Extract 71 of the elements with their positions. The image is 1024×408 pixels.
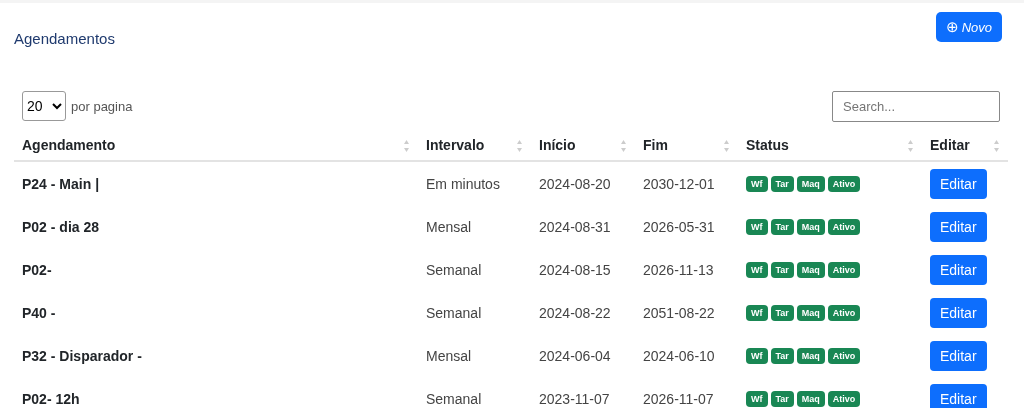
status-badge: Maq: [796, 304, 825, 321]
sort-icon: [907, 139, 914, 153]
status-badge: Ativo: [827, 261, 861, 278]
edit-button[interactable]: Editar: [930, 168, 987, 199]
start-date: 2023-11-07: [539, 390, 610, 407]
start-date: 2024-06-04: [539, 347, 611, 364]
schedule-name: P24 - Main |: [22, 175, 100, 192]
edit-button[interactable]: Editar: [930, 211, 987, 242]
status-badge: Tar: [770, 390, 794, 407]
status-badge: Wf: [746, 261, 768, 278]
schedule-name: P02- 12h: [22, 390, 80, 407]
end-date: 2030-12-01: [643, 175, 715, 192]
column-header[interactable]: Editar: [922, 130, 1008, 161]
status-badge: Wf: [746, 347, 768, 364]
end-date: 2024-06-10: [643, 347, 715, 364]
edit-button[interactable]: Editar: [930, 254, 987, 285]
status-badge: Maq: [796, 261, 825, 278]
edit-button[interactable]: Editar: [930, 297, 987, 328]
schedule-name: P02 - dia 28: [22, 218, 100, 235]
interval-cell: Mensal: [426, 218, 472, 235]
column-header[interactable]: Intervalo: [418, 130, 531, 161]
sort-icon: [403, 139, 410, 153]
status-badge: Maq: [796, 390, 825, 407]
interval-cell: Semanal: [426, 261, 482, 278]
sort-icon: [993, 139, 1000, 153]
column-header[interactable]: Fim: [635, 130, 738, 161]
status-badge: Ativo: [827, 175, 861, 192]
schedule-name: P40 -: [22, 304, 56, 321]
status-badge: Wf: [746, 304, 768, 321]
end-date: 2026-11-07: [643, 390, 714, 407]
sort-icon: [620, 139, 627, 153]
status-badge: Ativo: [827, 304, 861, 321]
sort-icon: [516, 139, 523, 153]
new-button[interactable]: ⊕ Novo: [935, 12, 1002, 42]
start-date: 2024-08-22: [539, 304, 611, 321]
status-badge: Wf: [746, 175, 768, 192]
edit-button[interactable]: Editar: [930, 383, 987, 408]
status-badge: Ativo: [827, 347, 861, 364]
edit-button[interactable]: Editar: [930, 340, 987, 371]
start-date: 2024-08-15: [539, 261, 611, 278]
status-badge: Maq: [796, 175, 825, 192]
page-title: Agendamentos: [14, 30, 115, 47]
status-badge: Wf: [746, 390, 768, 407]
status-badge: Tar: [770, 347, 794, 364]
schedule-name: P32 - Disparador -: [22, 347, 142, 364]
interval-cell: Semanal: [426, 390, 482, 407]
column-header[interactable]: Agendamento: [14, 130, 418, 161]
interval-cell: Mensal: [426, 347, 472, 364]
end-date: 2026-11-13: [643, 261, 714, 278]
page-size-select[interactable]: 20: [22, 91, 66, 121]
status-badge: Tar: [770, 261, 794, 278]
status-badge: Maq: [796, 347, 825, 364]
sort-icon: [723, 139, 730, 153]
status-badge: Tar: [770, 218, 794, 235]
column-header[interactable]: Início: [531, 130, 635, 161]
status-badge: Tar: [770, 304, 794, 321]
start-date: 2024-08-20: [539, 175, 611, 192]
page-size-label: por pagina: [71, 98, 133, 114]
column-header[interactable]: Status: [738, 130, 922, 161]
status-badge: Maq: [796, 218, 825, 235]
status-badge: Wf: [746, 218, 768, 235]
end-date: 2051-08-22: [643, 304, 715, 321]
end-date: 2026-05-31: [643, 218, 715, 235]
interval-cell: Semanal: [426, 304, 482, 321]
status-badge: Ativo: [827, 218, 861, 235]
interval-cell: Em minutos: [426, 175, 500, 192]
status-badge: Ativo: [827, 390, 861, 407]
schedule-name: P02-: [22, 261, 52, 278]
status-badge: Tar: [770, 175, 794, 192]
search-field[interactable]: Search...: [832, 90, 1000, 122]
start-date: 2024-08-31: [539, 218, 611, 235]
